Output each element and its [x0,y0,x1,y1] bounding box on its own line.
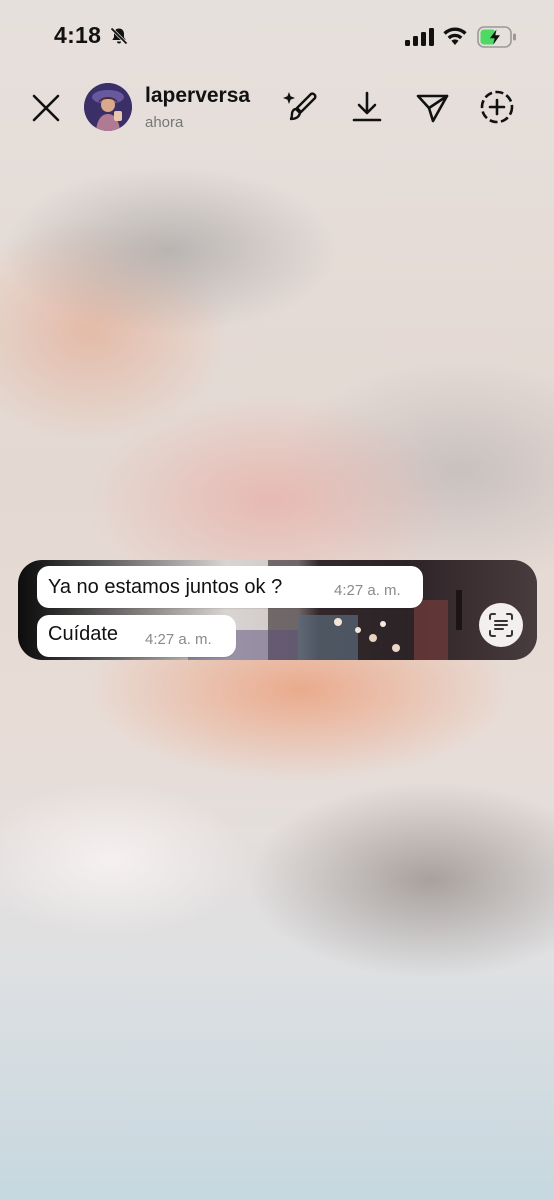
status-bar: 4:18 [0,0,554,70]
message-text: Cuídate [48,623,119,645]
add-circle-icon[interactable] [478,88,516,126]
text-scan-icon [489,613,513,637]
story-header: laperversa ahora [0,78,554,138]
post-time: ahora [145,114,184,131]
close-icon[interactable] [28,90,64,126]
avatar[interactable] [84,83,132,131]
battery-charging-icon [477,26,516,48]
avatar-image [84,83,132,131]
bell-slash-icon [110,27,128,45]
status-time: 4:18 [54,22,102,48]
send-icon[interactable] [413,88,451,126]
message-time: 4:27 a. m. [334,582,401,599]
wifi-icon [443,27,467,45]
message-text: Ya no estamos juntos ok ? [48,576,283,598]
text-scan-button[interactable] [479,603,523,647]
signal-icon [405,28,434,46]
download-icon[interactable] [348,88,386,126]
message-time: 4:27 a. m. [145,631,212,648]
username[interactable]: laperversa [145,84,250,108]
message-bubble[interactable]: Cuídate 4:27 a. m. [37,615,236,657]
sparkle-brush-icon[interactable] [281,88,319,126]
message-bubble[interactable]: Ya no estamos juntos ok ? 4:27 a. m. [37,566,423,608]
message-screenshot-card[interactable]: Ya no estamos juntos ok ? 4:27 a. m. Cuí… [18,560,537,660]
